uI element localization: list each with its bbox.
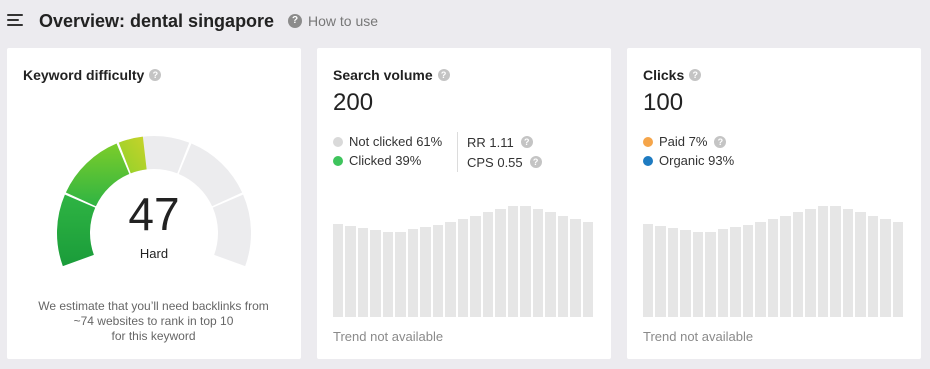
how-to-use-link[interactable]: ? How to use <box>288 13 378 29</box>
trend-bar <box>345 225 356 317</box>
rr-label: RR 1.11 <box>467 134 514 150</box>
trend-bar <box>655 225 666 317</box>
question-icon[interactable]: ? <box>437 69 450 81</box>
paid-dot-icon <box>643 136 653 147</box>
trend-bar <box>667 228 679 317</box>
trend-bar <box>545 212 556 317</box>
estimate-line: We estimate that you’ll need backlinks f… <box>38 299 269 313</box>
legend-label: Not clicked 61% <box>349 134 443 149</box>
trend-bar <box>395 231 406 317</box>
trend-bar <box>382 231 394 317</box>
trend-bar <box>717 229 729 317</box>
trend-bar <box>357 228 369 317</box>
trend-bar <box>407 229 419 317</box>
trend-not-available: Trend not available <box>643 329 754 344</box>
page-header: Overview: dental singapore ? How to use <box>0 0 930 42</box>
trend-bar <box>755 222 766 317</box>
legend-item-not-clicked: Not clicked 61% <box>333 132 442 151</box>
legend-item-organic: Organic 93% <box>643 151 734 170</box>
trend-not-available: Trend not available <box>333 329 444 344</box>
trend-bar <box>830 206 841 317</box>
trend-bar <box>457 218 469 317</box>
question-icon[interactable]: ? <box>520 136 533 148</box>
trend-bar <box>495 208 506 317</box>
search-volume-title: Search volume <box>333 67 433 83</box>
trend-bar <box>482 212 494 317</box>
trend-bar <box>557 215 569 317</box>
trend-bar <box>880 218 891 317</box>
question-icon[interactable]: ? <box>149 69 162 81</box>
trend-bar <box>892 222 903 317</box>
keyword-difficulty-card: Keyword difficulty ? 47 Hard We estimate… <box>7 48 301 359</box>
trend-bar <box>532 208 544 317</box>
legend-label: Clicked 39% <box>349 153 422 168</box>
trend-bar <box>420 226 431 317</box>
trend-bar <box>730 226 741 317</box>
clicks-legend: Paid 7% ? Organic 93% <box>643 132 734 170</box>
page-title: Overview: dental singapore <box>39 11 275 31</box>
search-volume-value: 200 <box>333 89 374 116</box>
legend-label: Organic 93% <box>659 153 735 168</box>
question-icon[interactable]: ? <box>529 156 542 168</box>
question-icon[interactable]: ? <box>689 69 702 81</box>
trend-bar <box>792 212 804 317</box>
trend-bar <box>817 206 829 317</box>
organic-dot-icon <box>643 155 653 166</box>
search-volume-card: Search volume ? 200 Not clicked 61% Clic… <box>317 48 611 359</box>
trend-bar <box>742 224 754 317</box>
trend-bar <box>692 231 704 317</box>
clicks-title: Clicks <box>643 67 685 83</box>
trend-bar <box>445 222 456 317</box>
legend-item-clicked: Clicked 39% <box>333 151 442 170</box>
difficulty-score: 47 <box>128 188 180 240</box>
trend-bar <box>855 212 866 317</box>
menu-icon[interactable] <box>7 14 23 26</box>
legend-item-paid: Paid 7% ? <box>643 132 734 151</box>
question-icon[interactable]: ? <box>714 135 727 148</box>
clicks-title-row: Clicks ? <box>643 67 702 83</box>
clicks-value: 100 <box>643 89 684 116</box>
trend-bar <box>780 215 791 317</box>
trend-bar <box>333 223 344 317</box>
search-volume-trend-chart <box>333 203 595 317</box>
keyword-difficulty-title-row: Keyword difficulty ? <box>23 67 162 83</box>
trend-bar <box>582 222 593 317</box>
question-icon: ? <box>288 14 302 28</box>
legend-label: Paid 7% <box>659 134 708 149</box>
trend-bar <box>680 230 691 317</box>
backlinks-estimate: We estimate that you’ll need backlinks f… <box>19 299 288 344</box>
trend-bar <box>805 208 816 317</box>
trend-bar <box>570 218 581 317</box>
trend-bar <box>767 218 779 317</box>
keyword-difficulty-title: Keyword difficulty <box>23 67 145 83</box>
trend-bar <box>842 208 854 317</box>
search-volume-metrics: RR 1.11 ? CPS 0.55 ? <box>457 132 542 172</box>
clicks-card: Clicks ? 100 Paid 7% ? Organic 93% Trend… <box>627 48 921 359</box>
not-clicked-dot-icon <box>333 136 343 147</box>
estimate-line: for this keyword <box>111 329 196 343</box>
trend-bar <box>507 206 519 317</box>
trend-bar <box>470 215 481 317</box>
estimate-line: ~74 websites to rank in top 10 <box>73 314 234 328</box>
clicked-dot-icon <box>333 155 343 166</box>
trend-bar <box>643 223 654 317</box>
trend-bar <box>705 231 716 317</box>
how-to-use-label: How to use <box>308 13 379 29</box>
search-volume-title-row: Search volume ? <box>333 67 450 83</box>
clicks-trend-chart <box>643 203 905 317</box>
rr-metric: RR 1.11 ? <box>467 132 542 152</box>
difficulty-label: Hard <box>139 246 169 261</box>
trend-bar <box>370 230 381 317</box>
trend-bar <box>520 206 531 317</box>
trend-bar <box>432 224 444 317</box>
search-volume-legend: Not clicked 61% Clicked 39% <box>333 132 442 170</box>
cps-label: CPS 0.55 <box>467 154 523 170</box>
cps-metric: CPS 0.55 ? <box>467 152 542 172</box>
trend-bar <box>867 215 879 317</box>
